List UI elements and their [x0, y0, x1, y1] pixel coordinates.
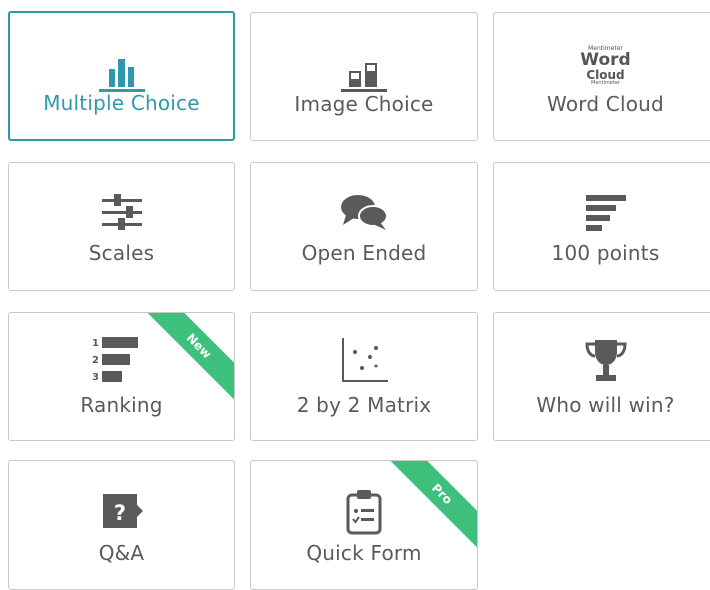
svg-text:?: ? [113, 501, 125, 525]
image-choice-icon [251, 49, 477, 95]
question-bubble-icon: ? [9, 489, 234, 535]
tile-quick-form[interactable]: Quick Form Pro [250, 460, 478, 590]
tile-label: 2 by 2 Matrix [296, 393, 432, 417]
tile-label: 100 points [551, 241, 660, 265]
sliders-icon [9, 189, 234, 235]
svg-text:2: 2 [92, 355, 99, 366]
tile-label: Quick Form [306, 541, 422, 565]
tile-label: Image Choice [294, 92, 434, 116]
tile-label: Word Cloud [547, 92, 664, 116]
tile-label: Open Ended [301, 241, 427, 265]
tile-word-cloud[interactable]: Mentimeter Word Cloud Mentimeter Word Cl… [493, 12, 710, 141]
tile-label: Scales [88, 241, 155, 265]
tile-who-will-win[interactable]: Who will win? [493, 312, 710, 441]
tile-2-by-2-matrix[interactable]: 2 by 2 Matrix [250, 312, 478, 441]
tile-label: Ranking [80, 393, 163, 417]
tile-100-points[interactable]: 100 points [493, 162, 710, 291]
tile-q-and-a[interactable]: ? Q&A [8, 460, 235, 590]
tile-multiple-choice[interactable]: Multiple Choice [8, 11, 235, 141]
tile-label: Who will win? [536, 393, 675, 417]
word-cloud-icon: Mentimeter Word Cloud Mentimeter [580, 45, 631, 86]
trophy-icon [494, 335, 710, 387]
tile-label: Q&A [98, 541, 145, 565]
tile-open-ended[interactable]: Open Ended [250, 162, 478, 291]
tile-image-choice[interactable]: Image Choice [250, 12, 478, 141]
horizontal-bars-icon [494, 189, 710, 235]
svg-text:3: 3 [92, 372, 99, 383]
tile-label: Multiple Choice [43, 91, 200, 115]
svg-text:1: 1 [92, 338, 99, 349]
tile-scales[interactable]: Scales [8, 162, 235, 291]
tile-ranking[interactable]: 1 2 3 Ranking New [8, 312, 235, 441]
bar-chart-icon [10, 49, 233, 95]
speech-bubbles-icon [251, 189, 477, 235]
scatter-plot-icon [251, 335, 477, 387]
